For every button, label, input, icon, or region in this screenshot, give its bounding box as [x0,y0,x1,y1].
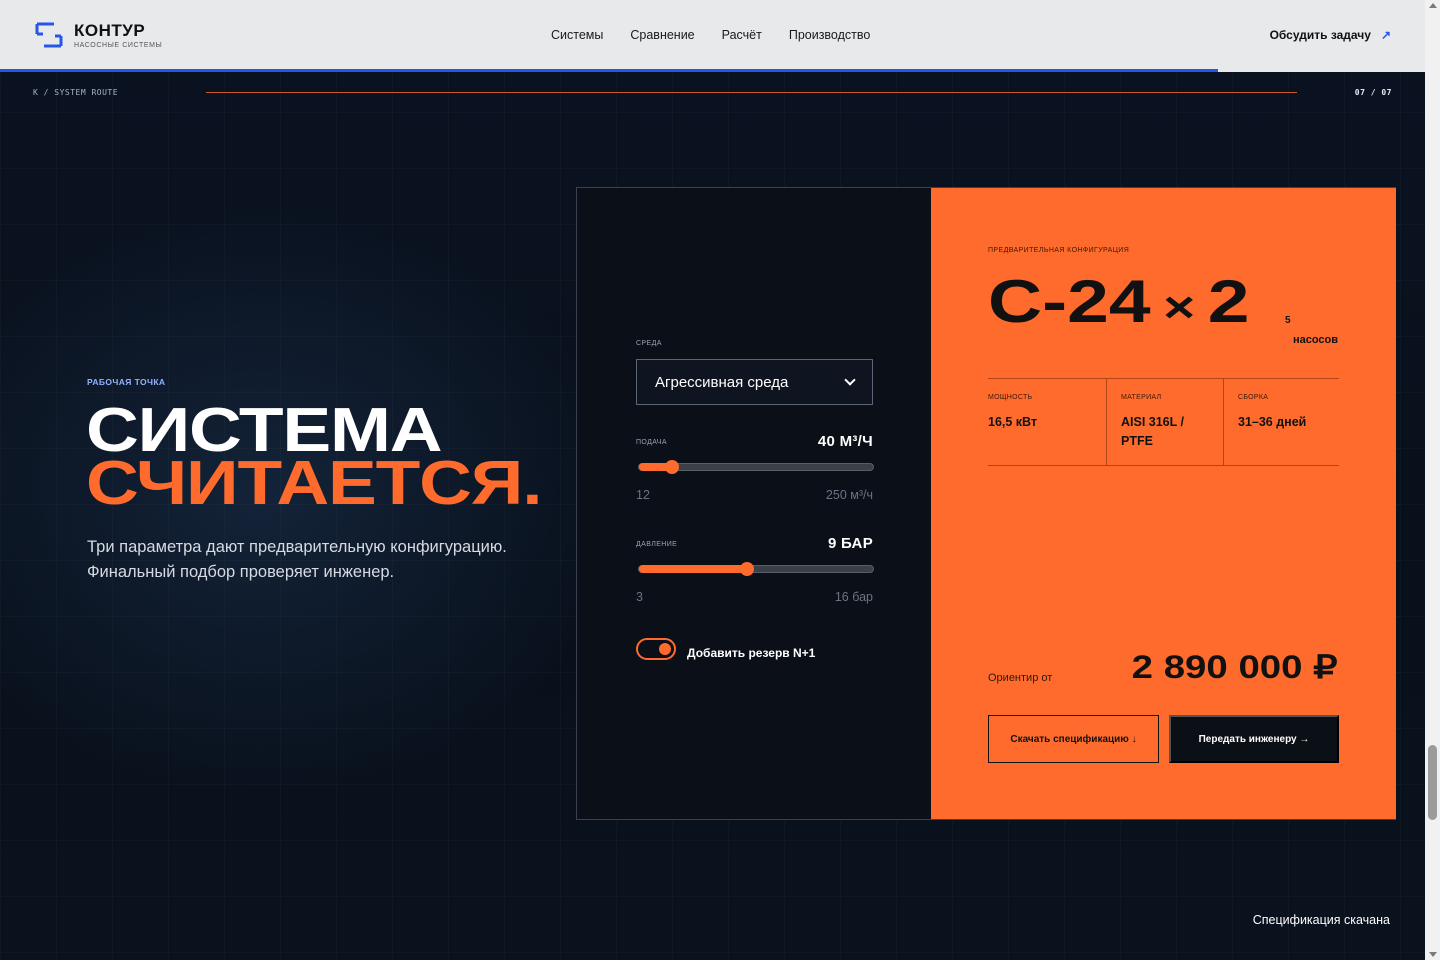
logo-subtitle: НАСОСНЫЕ СИСТЕМЫ [74,41,163,49]
spec-value: 31–36 дней [1238,415,1307,429]
pump-count-subscript: 5 [1285,315,1291,326]
nav-item-production[interactable]: Производство [789,28,871,42]
spec-key: СБОРКА [1238,394,1269,401]
flow-max-label: 250 м³/ч [825,488,873,502]
price-value: 2 890 000 ₽ [1132,649,1338,685]
model-heading: С-24 × 2 [988,272,1249,338]
pump-count: 2 [1207,268,1250,335]
flow-label: ПОДАЧА [636,439,667,446]
pressure-slider-fill [639,565,747,573]
scroll-down-icon[interactable] [1429,952,1437,957]
route-breadcrumb: K / SYSTEM ROUTE [33,88,119,97]
pressure-min-label: 3 [636,590,643,604]
medium-select[interactable]: Агрессивная среда [636,359,873,405]
scroll-up-icon[interactable] [1429,3,1437,8]
pressure-slider-handle[interactable] [740,562,754,576]
spec-value: 16,5 кВт [988,415,1038,429]
model-name: С-24 [988,268,1151,335]
flow-value: 40 М³/Ч [817,433,873,450]
preliminary-config-label: ПРЕДВАРИТЕЛЬНАЯ КОНФИГУРАЦИЯ [988,247,1130,254]
pressure-label: ДАВЛЕНИЕ [636,541,678,548]
logo-name: КОНТУР [74,20,146,40]
nav-item-comparison[interactable]: Сравнение [630,28,694,42]
pressure-value: 9 БАР [827,535,873,552]
logo[interactable]: КОНТУР НАСОСНЫЕ СИСТЕМЫ [34,20,162,50]
spec-key: МОЩНОСТЬ [988,394,1033,401]
chevron-down-icon [844,373,856,386]
flow-min-label: 12 [636,488,650,502]
site-header: КОНТУР НАСОСНЫЕ СИСТЕМЫ Системы Сравнени… [0,0,1425,72]
reserve-toggle-knob [659,643,671,655]
reserve-toggle[interactable] [636,638,676,660]
price-label: Ориентир от [988,672,1053,684]
route-divider [206,92,1297,93]
flow-slider-handle[interactable] [664,460,679,474]
multiply-icon: × [1163,283,1196,332]
pump-count-unit: насосов [1292,334,1338,346]
download-spec-button[interactable]: Скачать спецификацию ↓ [988,715,1159,763]
discuss-task-label: Обсудить задачу [1269,28,1371,42]
page: КОНТУР НАСОСНЫЕ СИСТЕМЫ Системы Сравнени… [0,0,1425,960]
flow-slider[interactable] [638,460,874,474]
spec-list: МОЩНОСТЬ 16,5 кВт МАТЕРИАЛ AISI 316L / P… [988,378,1339,466]
medium-select-value: Агрессивная среда [655,373,789,391]
hero-title: СИСТЕМА СЧИТАЕТСЯ. [86,400,543,518]
toast-notification: Спецификация скачана [1252,913,1390,927]
send-to-engineer-button[interactable]: Передать инженеру → [1169,715,1339,763]
logo-icon [34,20,64,50]
section-counter: 07 / 07 [1354,88,1392,97]
reserve-toggle-label[interactable]: Добавить резерв N+1 [687,646,815,660]
page-scrollbar[interactable] [1425,0,1440,960]
configurator-card: СРЕДА Агрессивная среда ПОДАЧА 40 М³/Ч 1… [576,187,1396,820]
spec-assembly: СБОРКА 31–36 дней [1223,379,1339,465]
hero-description: Три параметра дают предварительную конфи… [87,538,507,581]
scrollbar-thumb[interactable] [1428,745,1437,820]
hero-title-line-2: СЧИТАЕТСЯ. [86,449,543,518]
scroll-progress-bar [0,69,1219,72]
nav-item-systems[interactable]: Системы [551,28,603,42]
configuration-result: ПРЕДВАРИТЕЛЬНАЯ КОНФИГУРАЦИЯ С-24 × 2 5 на… [931,188,1396,819]
nav-item-calculation[interactable]: Расчёт [722,28,762,42]
configurator-form: СРЕДА Агрессивная среда ПОДАЧА 40 М³/Ч 1… [577,188,931,819]
discuss-task-link[interactable]: Обсудить задачу ↗ [1270,28,1391,42]
spec-material: МАТЕРИАЛ AISI 316L / PTFE [1106,379,1223,465]
spec-power: МОЩНОСТЬ 16,5 кВт [988,379,1106,465]
main-nav: Системы Сравнение Расчёт Производство [551,28,870,42]
arrow-up-right-icon: ↗ [1380,28,1391,42]
spec-value: AISI 316L / PTFE [1121,415,1184,448]
hero-eyebrow: РАБОЧАЯ ТОЧКА [87,377,166,387]
pressure-max-label: 16 бар [834,590,873,604]
spec-key: МАТЕРИАЛ [1121,394,1162,401]
medium-label: СРЕДА [636,340,662,347]
pressure-slider[interactable] [638,562,874,576]
